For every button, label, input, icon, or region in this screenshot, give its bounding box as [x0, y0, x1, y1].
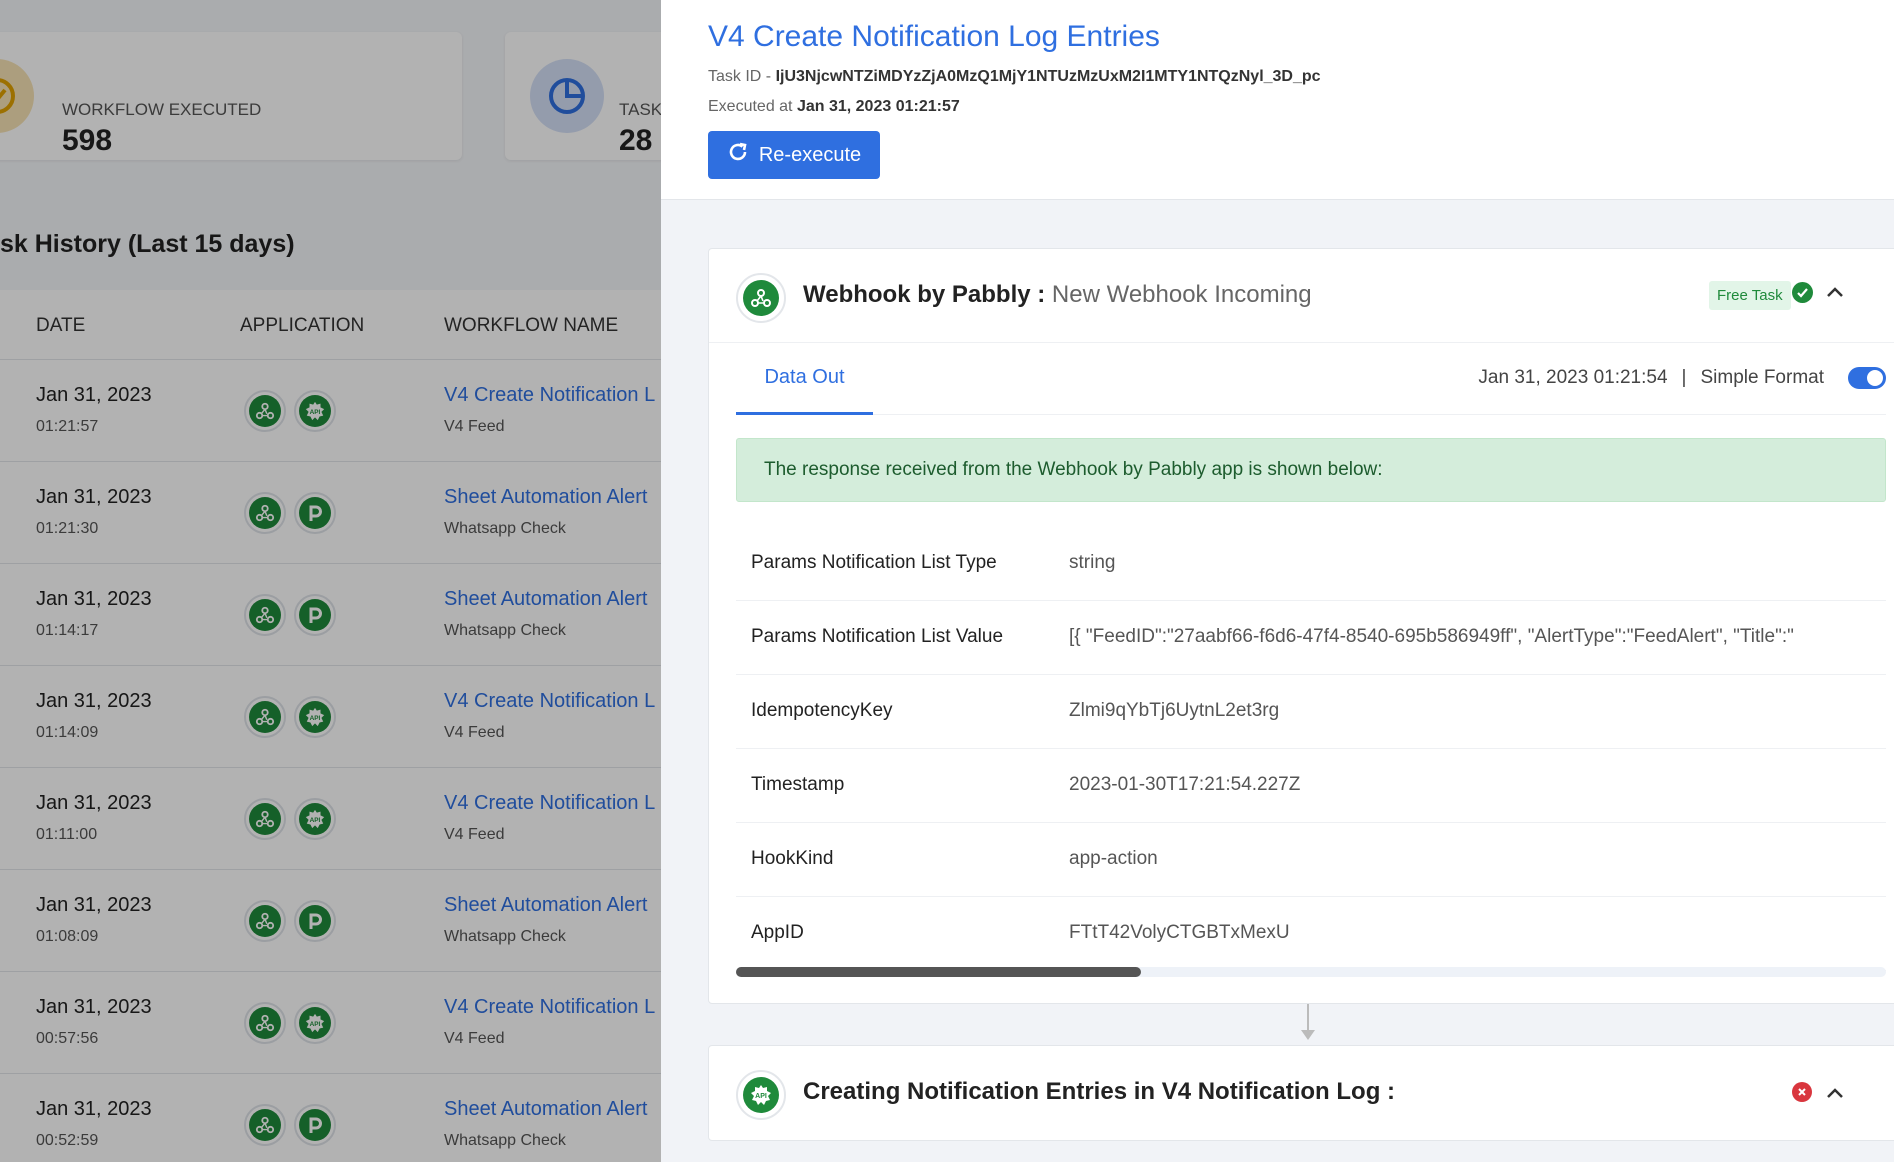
- horizontal-scrollbar[interactable]: [736, 967, 1886, 977]
- reexecute-button[interactable]: Re-execute: [708, 131, 880, 179]
- free-task-badge: Free Task: [1709, 281, 1791, 310]
- field-value: app-action: [1069, 848, 1158, 869]
- error-x-icon: [1792, 1082, 1812, 1102]
- step-header[interactable]: Webhook by Pabbly : New Webhook Incoming…: [709, 249, 1894, 343]
- tab-meta: Jan 31, 2023 01:21:54 | Simple Format: [1478, 367, 1886, 389]
- step-timestamp: Jan 31, 2023 01:21:54: [1478, 367, 1668, 388]
- scrollbar-thumb[interactable]: [736, 967, 1141, 977]
- task-id-value: IjU3NjcwNTZiMDYzZjA0MzQ1MjY1NTUzMzUxM2I1…: [775, 68, 1321, 85]
- success-check-icon: [1792, 282, 1813, 303]
- data-field-row: Params Notification List Type string: [736, 527, 1886, 601]
- step-title: Creating Notification Entries in V4 Noti…: [803, 1078, 1396, 1105]
- chevron-up-icon[interactable]: [1825, 283, 1845, 303]
- simple-format-toggle[interactable]: [1848, 367, 1886, 389]
- separator: |: [1681, 367, 1687, 388]
- executed-at-value: Jan 31, 2023 01:21:57: [796, 98, 960, 115]
- chevron-up-icon[interactable]: [1825, 1084, 1845, 1104]
- tab-bar: Data Out Jan 31, 2023 01:21:54 | Simple …: [736, 343, 1886, 415]
- step-card-api: API Creating Notification Entries in V4 …: [708, 1045, 1894, 1141]
- step-event-name: New Webhook Incoming: [1051, 281, 1312, 308]
- field-key: IdempotencyKey: [751, 700, 893, 721]
- field-value: 2023-01-30T17:21:54.227Z: [1069, 774, 1301, 795]
- data-field-row: HookKind app-action: [736, 823, 1886, 897]
- task-id-label: Task ID -: [708, 68, 772, 85]
- step-title: Webhook by Pabbly : New Webhook Incoming: [803, 281, 1312, 309]
- field-key: Params Notification List Value: [751, 626, 1004, 647]
- field-value: string: [1069, 552, 1116, 573]
- step-app-name: Webhook by Pabbly :: [803, 281, 1046, 308]
- field-value: FTtT42VolyCTGBTxMexU: [1069, 922, 1290, 943]
- field-value: Zlmi9qYbTj6UytnL2et3rg: [1069, 700, 1280, 721]
- step-header[interactable]: API Creating Notification Entries in V4 …: [709, 1046, 1894, 1140]
- panel-header: V4 Create Notification Log Entries Task …: [661, 0, 1894, 200]
- task-id-line: Task ID - IjU3NjcwNTZiMDYzZjA0MzQ1MjY1NT…: [708, 68, 1321, 86]
- refresh-icon: [727, 141, 749, 169]
- svg-text:API: API: [755, 1093, 767, 1100]
- arrow-down-icon: [1301, 1030, 1315, 1040]
- field-key: AppID: [751, 922, 804, 943]
- simple-format-label: Simple Format: [1700, 367, 1824, 388]
- field-value: [{ "FeedID":"27aabf66-f6d6-47f4-8540-695…: [1069, 626, 1794, 647]
- field-key: HookKind: [751, 848, 834, 869]
- data-field-row: Timestamp 2023-01-30T17:21:54.227Z: [736, 749, 1886, 823]
- tab-data-out[interactable]: Data Out: [736, 343, 873, 415]
- reexecute-label: Re-execute: [758, 143, 862, 166]
- data-field-row: AppID FTtT42VolyCTGBTxMexU: [736, 897, 1886, 971]
- response-notice: The response received from the Webhook b…: [736, 438, 1886, 502]
- data-field-row: Params Notification List Value [{ "FeedID…: [736, 601, 1886, 675]
- executed-at-line: Executed at Jan 31, 2023 01:21:57: [708, 98, 960, 116]
- api-app-icon: API: [736, 1070, 786, 1120]
- field-key: Params Notification List Type: [751, 552, 997, 573]
- executed-at-label: Executed at: [708, 98, 793, 115]
- webhook-app-icon: [736, 273, 786, 323]
- step-card-webhook: Webhook by Pabbly : New Webhook Incoming…: [708, 248, 1894, 1004]
- data-field-row: IdempotencyKey Zlmi9qYbTj6UytnL2et3rg: [736, 675, 1886, 749]
- panel-title: V4 Create Notification Log Entries: [708, 20, 1160, 53]
- task-detail-panel: V4 Create Notification Log Entries Task …: [661, 0, 1894, 1162]
- modal-backdrop[interactable]: [0, 0, 662, 1162]
- field-key: Timestamp: [751, 774, 845, 795]
